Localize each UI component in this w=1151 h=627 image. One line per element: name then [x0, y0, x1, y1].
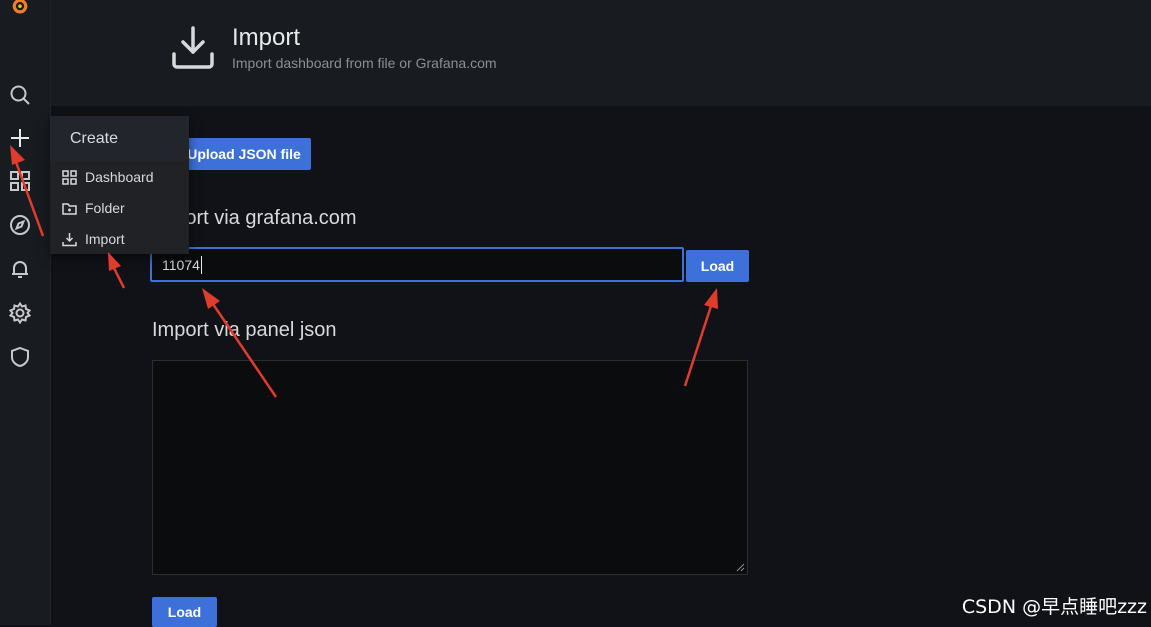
grafana-id-value: 11074 [162, 256, 200, 273]
panel-json-title: Import via panel json [152, 319, 337, 341]
text-caret [200, 255, 202, 274]
upload-json-button[interactable]: Upload JSON file [177, 138, 311, 170]
shield-icon[interactable] [9, 346, 31, 368]
import-icon [62, 232, 77, 246]
plus-icon[interactable] [9, 127, 31, 149]
menu-item-import[interactable]: Import [62, 228, 125, 250]
panel-json-textarea[interactable] [152, 360, 748, 575]
create-menu-title: Create [50, 116, 189, 161]
menu-item-dashboard-label: Dashboard [85, 169, 154, 185]
search-icon[interactable] [9, 84, 31, 106]
alerting-bell-icon[interactable] [9, 258, 31, 280]
page-header: Import Import dashboard from file or Gra… [51, 0, 1151, 106]
sidebar [0, 0, 51, 625]
configuration-gear-icon[interactable] [9, 302, 31, 324]
create-menu: Create Dashboard Folder Import [50, 116, 189, 254]
load-panel-json-button[interactable]: Load [152, 597, 217, 627]
explore-compass-icon[interactable] [9, 214, 31, 236]
grafana-id-input[interactable]: 11074 [150, 247, 684, 282]
load-grafana-button[interactable]: Load [686, 250, 749, 282]
folder-icon [62, 202, 77, 215]
page-subtitle: Import dashboard from file or Grafana.co… [232, 55, 497, 71]
menu-item-dashboard[interactable]: Dashboard [62, 166, 154, 188]
grafana-logo-icon[interactable] [9, 0, 31, 19]
create-menu-title-text: Create [70, 129, 119, 147]
upload-json-label: Upload JSON file [187, 146, 301, 162]
page-title: Import [232, 24, 301, 51]
load-panel-json-label: Load [167, 604, 202, 620]
import-download-icon [171, 24, 215, 70]
watermark: CSDN @早点睡吧zzz [961, 596, 1147, 618]
menu-item-import-label: Import [85, 231, 125, 247]
grid-icon [62, 169, 77, 185]
load-grafana-label: Load [700, 258, 735, 274]
menu-item-folder[interactable]: Folder [62, 197, 125, 219]
menu-item-folder-label: Folder [85, 200, 125, 216]
resize-handle-icon[interactable] [735, 562, 745, 572]
dashboards-grid-icon[interactable] [9, 170, 31, 192]
annotation-arrow-import [108, 252, 126, 289]
